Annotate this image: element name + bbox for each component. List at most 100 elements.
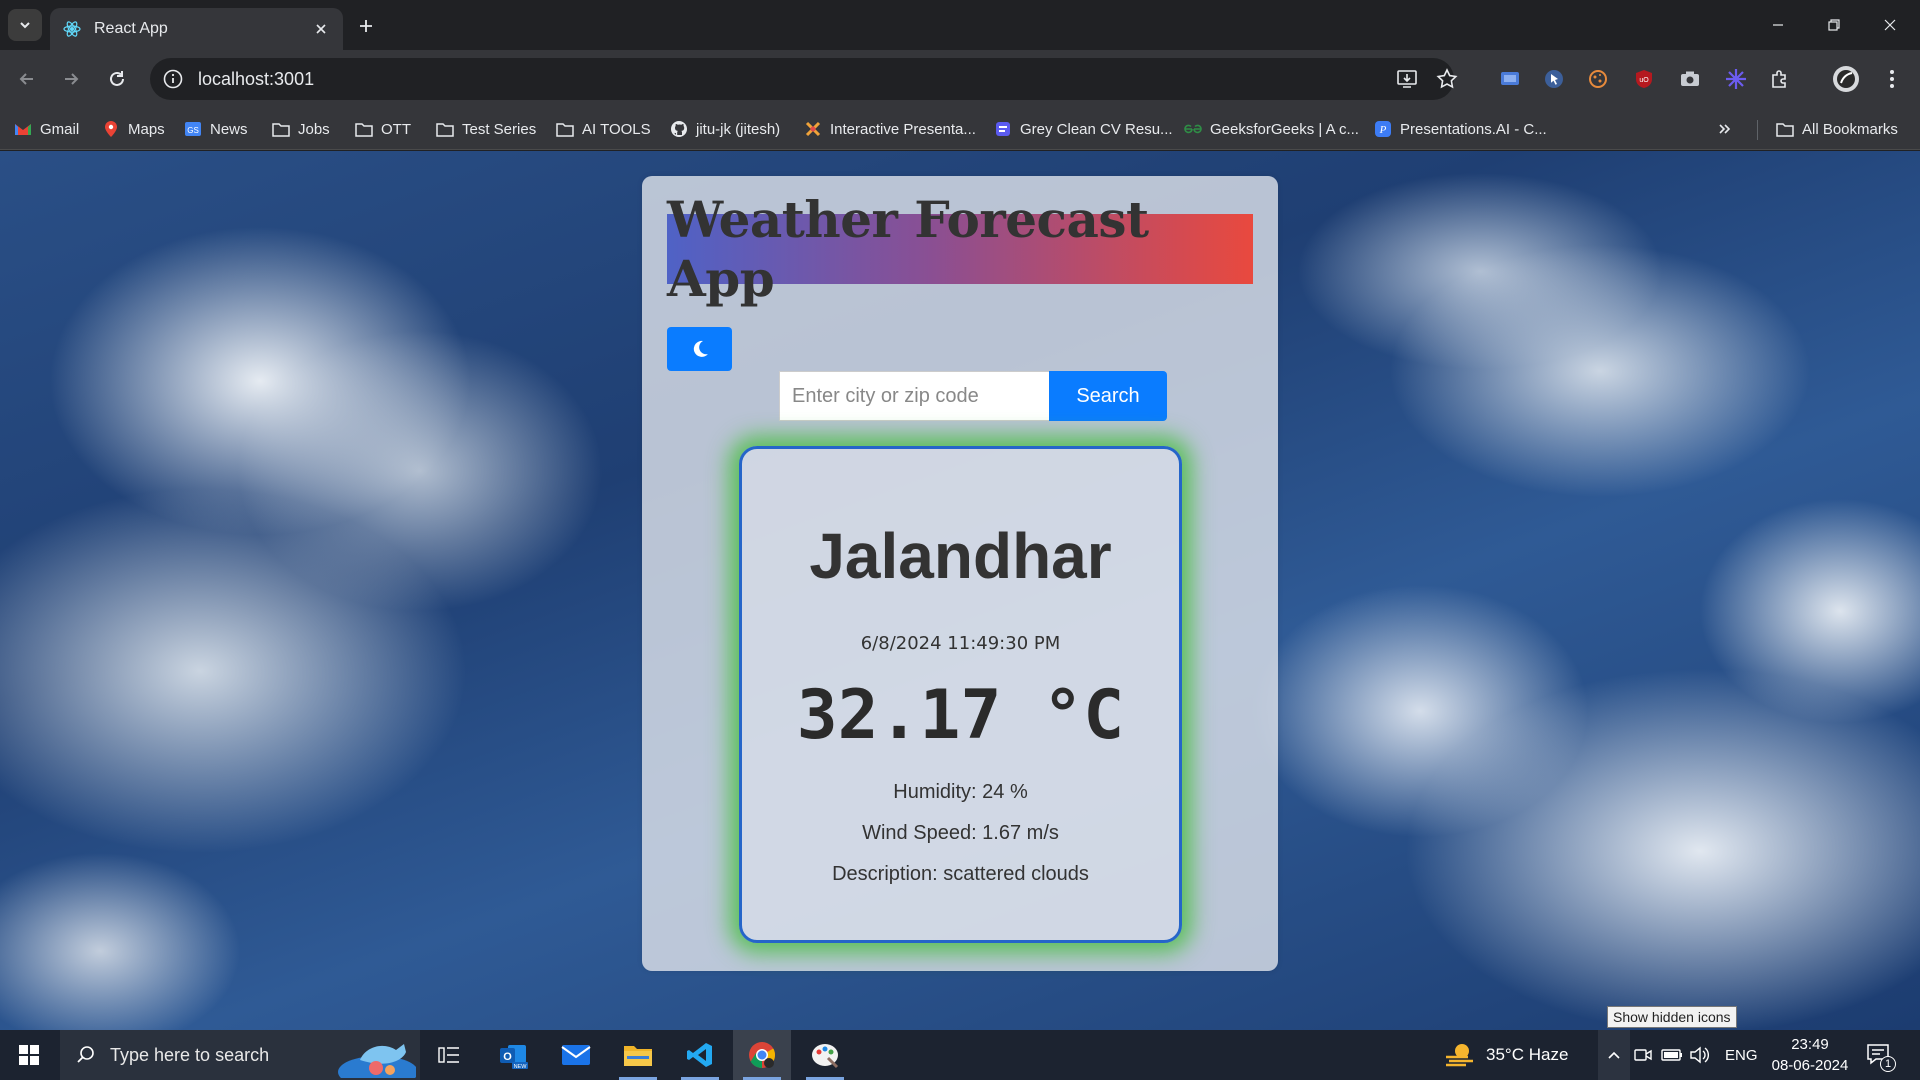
tab-title: React App [94,20,168,37]
action-center-button[interactable]: 1 [1866,1030,1896,1080]
kebab-menu-icon [1890,70,1894,88]
taskbar-weather[interactable]: 35°C Haze [1444,1030,1568,1080]
tray-volume[interactable] [1689,1030,1709,1080]
tab-search-button[interactable] [8,9,42,41]
extension-camera[interactable] [1674,63,1706,95]
battery-icon [1661,1049,1682,1061]
taskbar-outlook-new[interactable]: O NEW [484,1030,542,1080]
tray-clock[interactable]: 23:49 08-06-2024 [1760,1034,1860,1076]
tray-battery[interactable] [1661,1030,1683,1080]
forward-button[interactable] [56,64,86,94]
back-button[interactable] [12,64,42,94]
browser-toolbar: localhost:3001 uO [0,50,1920,108]
extension-3[interactable] [1582,63,1614,95]
double-chevron-right-icon [1716,120,1734,138]
gmail-icon [14,120,32,138]
all-bookmarks-button[interactable]: All Bookmarks [1776,116,1898,142]
taskbar-chrome[interactable] [733,1030,791,1080]
ublock-extension[interactable]: uO [1628,63,1660,95]
browser-menu-button[interactable] [1876,63,1908,95]
bookmark-geeksforgeeks[interactable]: GeeksforGeeks | A c... [1184,116,1359,142]
clock-time: 23:49 [1791,1036,1829,1053]
bookmark-folder-test-series[interactable]: Test Series [436,116,536,142]
cookie-icon [1589,70,1607,88]
close-window-button[interactable] [1862,0,1918,50]
bookmarks-overflow-button[interactable] [1716,116,1742,142]
paint-icon [812,1044,839,1069]
mail-icon [561,1045,591,1065]
bookmark-presentations-ai[interactable]: P Presentations.AI - C... [1374,116,1547,142]
reload-button[interactable] [102,64,132,94]
windows-icon [19,1045,39,1065]
dark-mode-toggle[interactable] [667,327,732,371]
city-search-input[interactable] [779,371,1051,421]
tab-bar: React App [0,0,1920,50]
start-button[interactable] [0,1030,58,1080]
bookmark-news[interactable]: GS News [184,116,248,142]
taskbar-file-explorer[interactable] [609,1030,667,1080]
taskbar-mail[interactable] [547,1030,605,1080]
weather-text: 35°C Haze [1486,1045,1569,1064]
app-title: Weather Forecast App [667,190,1149,308]
plus-icon [360,20,372,32]
folder-icon [355,120,373,138]
extension-1[interactable] [1494,63,1526,95]
chrome-icon [749,1042,776,1069]
clock-date: 08-06-2024 [1771,1057,1849,1074]
maps-icon [102,120,120,138]
app-container: Weather Forecast App Search Jalandhar 6/… [642,176,1278,971]
browser-tab[interactable]: React App [50,8,343,50]
city-name: Jalandhar [809,520,1112,592]
bookmark-cv-resume[interactable]: Grey Clean CV Resu... [994,116,1173,142]
install-icon [1397,70,1417,88]
moon-icon [693,340,708,357]
bookmark-github[interactable]: jitu-jk (jitesh) [670,116,780,142]
task-view-icon [438,1047,459,1063]
bookmark-folder-jobs[interactable]: Jobs [272,116,330,142]
tray-language[interactable]: ENG [1725,1030,1758,1080]
url-text: localhost:3001 [198,68,315,89]
bookmark-folder-ott[interactable]: OTT [355,116,411,142]
bookmark-maps[interactable]: Maps [102,116,165,142]
cursor-icon [1545,70,1563,88]
profile-avatar[interactable] [1830,63,1862,95]
svg-text:uO: uO [1639,77,1649,84]
bookmark-interactive-presentation[interactable]: Interactive Presenta... [804,116,976,142]
address-bar[interactable]: localhost:3001 [150,58,1454,100]
folder-icon [272,120,290,138]
task-view-button[interactable] [420,1030,478,1080]
restore-button[interactable] [1806,0,1862,50]
close-tab-icon[interactable] [311,19,331,39]
chevron-down-icon [20,22,30,29]
bookmarks-divider [1757,120,1758,140]
install-app-button[interactable] [1390,62,1424,96]
svg-text:NEW: NEW [514,1064,528,1070]
humidity: Humidity: 24 % [893,781,1028,803]
bookmark-gmail[interactable]: Gmail [14,116,79,142]
site-info-icon[interactable] [162,68,184,90]
tray-meet-now[interactable] [1634,1030,1652,1080]
weather-description: Description: scattered clouds [832,863,1089,885]
folder-icon [556,120,574,138]
sparkle-icon [1726,69,1746,89]
extensions-menu-button[interactable] [1764,63,1796,95]
extension-ai[interactable] [1720,63,1752,95]
taskbar-search-placeholder: Type here to search [110,1044,270,1065]
arrow-left-icon [19,73,33,85]
extension-2[interactable] [1538,63,1570,95]
svg-text:GS: GS [187,126,199,135]
show-hidden-icons-button[interactable] [1598,1030,1630,1080]
bookmark-star-button[interactable] [1430,62,1464,96]
taskbar-vscode[interactable] [671,1030,729,1080]
search-button[interactable]: Search [1049,371,1167,421]
minimize-button[interactable] [1750,0,1806,50]
date-time: 6/8/2024 11:49:30 PM [860,633,1061,654]
new-tab-button[interactable] [352,12,380,40]
wind-speed: Wind Speed: 1.67 m/s [862,822,1059,844]
close-icon [1884,19,1896,31]
temperature: 32.17 °C [796,676,1125,755]
vscode-icon [687,1043,712,1067]
taskbar-paint[interactable] [796,1030,854,1080]
bookmark-folder-ai-tools[interactable]: AI TOOLS [556,116,651,142]
taskbar-search-box[interactable]: Type here to search [60,1030,420,1080]
